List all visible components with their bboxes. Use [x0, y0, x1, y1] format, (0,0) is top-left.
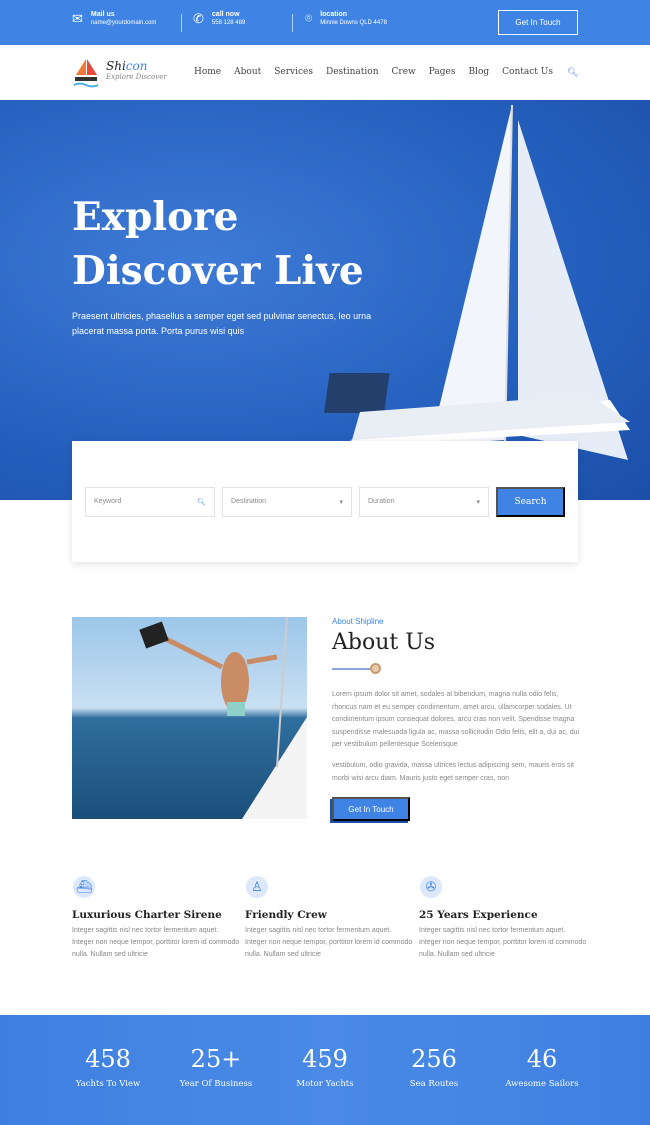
stat-label: Year Of Business — [179, 1079, 253, 1089]
mail-icon: ✉ — [72, 11, 83, 26]
call-label: call now — [211, 11, 240, 18]
nav-about[interactable]: About — [234, 67, 261, 77]
stat-item: 458 Yachts To View — [53, 1045, 163, 1089]
main-nav: Shicon Explore Discover Home About Servic… — [0, 45, 650, 100]
logo[interactable]: Shicon Explore Discover — [72, 55, 167, 89]
get-in-touch-button[interactable]: Get In Touch — [498, 10, 578, 35]
feature-text: Integer sagittis nisl nec tortor ferment… — [419, 927, 587, 958]
sailboat-image — [324, 104, 630, 460]
search-card: Keyword 🔍︎ Destination ▾ Duration ▾ Search — [72, 441, 578, 562]
stat-number: 46 — [526, 1045, 558, 1073]
stat-number: 458 — [85, 1045, 131, 1073]
nav-home[interactable]: Home — [194, 67, 221, 77]
brand-tagline: Explore Discover — [106, 73, 167, 81]
ship-icon: ⛴ — [73, 876, 95, 898]
mail-info: ✉ Mail us name@yourdomain.com — [72, 11, 156, 27]
brand-text: Shi — [106, 59, 126, 73]
about-title: About Us — [332, 630, 436, 655]
location-label: location — [320, 11, 348, 18]
call-info: ✆ call now 558 128 489 — [193, 11, 245, 27]
stat-label: Motor Yachts — [296, 1079, 354, 1089]
destination-select[interactable]: Destination ▾ — [222, 487, 352, 517]
stat-number: 25+ — [190, 1045, 242, 1073]
destination-value: Destination — [231, 498, 267, 505]
stat-number: 256 — [411, 1045, 457, 1073]
location-info: ⌾ location Minnie Downs QLD 4478 — [305, 11, 387, 26]
sailboat-logo-icon — [73, 59, 99, 88]
duration-value: Duration — [368, 498, 395, 505]
location-value: Minnie Downs QLD 4478 — [320, 20, 387, 26]
stat-label: Yachts To View — [75, 1079, 141, 1089]
helm-icon — [370, 663, 381, 674]
hero-banner: Explore Discover Live Praesent ultricies,… — [0, 100, 650, 500]
call-value[interactable]: 558 128 489 — [212, 20, 245, 26]
search-button[interactable]: Search — [496, 487, 565, 517]
nav-contact[interactable]: Contact Us — [502, 67, 553, 77]
about-get-in-touch-button[interactable]: Get In Touch — [332, 797, 410, 821]
feature-title: 25 Years Experience — [419, 909, 538, 921]
search-icon[interactable]: 🔍︎ — [567, 67, 578, 78]
brand-accent: con — [125, 59, 148, 73]
stat-item: 46 Awesome Sailors — [487, 1045, 597, 1089]
hero-title-line1: Explore — [72, 194, 239, 240]
hero-title: Explore Discover Live — [72, 190, 364, 298]
nav-services[interactable]: Services — [274, 67, 313, 77]
nav-destination[interactable]: Destination — [326, 67, 379, 77]
duration-select[interactable]: Duration ▾ — [359, 487, 489, 517]
about-paragraph-1: Lorem ipsum dolor sit amet, sodales at b… — [332, 691, 580, 748]
about-image — [72, 617, 307, 819]
stat-item: 25+ Year Of Business — [161, 1045, 271, 1089]
stat-number: 459 — [302, 1045, 348, 1073]
about-paragraph-2: vestibulum, odio gravida, massa ultrices… — [332, 762, 574, 782]
divider — [292, 14, 293, 32]
stats-band: 458 Yachts To View 25+ Year Of Business 45… — [0, 1015, 650, 1125]
stat-label: Awesome Sailors — [505, 1079, 579, 1089]
phone-icon: ✆ — [193, 11, 204, 26]
feature-item: ✇ 25 Years Experience Integer sagittis n… — [419, 876, 589, 961]
feature-item: ♙ Friendly Crew Integer sagittis nisl ne… — [245, 876, 415, 961]
stat-item: 459 Motor Yachts — [270, 1045, 380, 1089]
hero-text: Praesent ultricies, phasellus a semper e… — [72, 311, 372, 336]
nav-blog[interactable]: Blog — [468, 67, 489, 77]
stat-label: Sea Routes — [409, 1079, 459, 1089]
feature-title: Friendly Crew — [245, 909, 327, 921]
feature-text: Integer sagittis nisl nec tortor ferment… — [72, 927, 240, 958]
search-icon: 🔍︎ — [197, 499, 206, 506]
caret-down-icon: ▾ — [476, 499, 480, 506]
top-bar: ✉ Mail us name@yourdomain.com ✆ call now 5… — [0, 0, 650, 45]
caret-down-icon: ▾ — [339, 499, 343, 506]
nav-crew[interactable]: Crew — [392, 67, 416, 77]
feature-text: Integer sagittis nisl nec tortor ferment… — [245, 927, 413, 958]
feature-title: Luxurious Charter Sirene — [72, 909, 222, 921]
brand-name: Shicon — [106, 59, 167, 73]
keyword-placeholder: Keyword — [94, 498, 122, 505]
mail-value[interactable]: name@yourdomain.com — [91, 20, 156, 26]
divider — [181, 14, 182, 32]
mail-label: Mail us — [90, 11, 115, 18]
captain-icon: ♙ — [246, 876, 268, 898]
menu: Home About Services Destination Crew Pag… — [194, 67, 553, 77]
nav-pages[interactable]: Pages — [429, 67, 456, 77]
keyword-input[interactable]: Keyword 🔍︎ — [85, 487, 215, 517]
about-kicker: About Shipline — [332, 617, 384, 626]
feature-item: ⛴ Luxurious Charter Sirene Integer sagit… — [72, 876, 242, 961]
location-pin-icon: ⌾ — [305, 11, 313, 25]
hero-title-line2: Discover Live — [72, 248, 364, 294]
title-underline — [332, 668, 370, 670]
helm-icon: ✇ — [420, 876, 442, 898]
stat-item: 256 Sea Routes — [379, 1045, 489, 1089]
man-on-yacht-image — [139, 617, 307, 819]
